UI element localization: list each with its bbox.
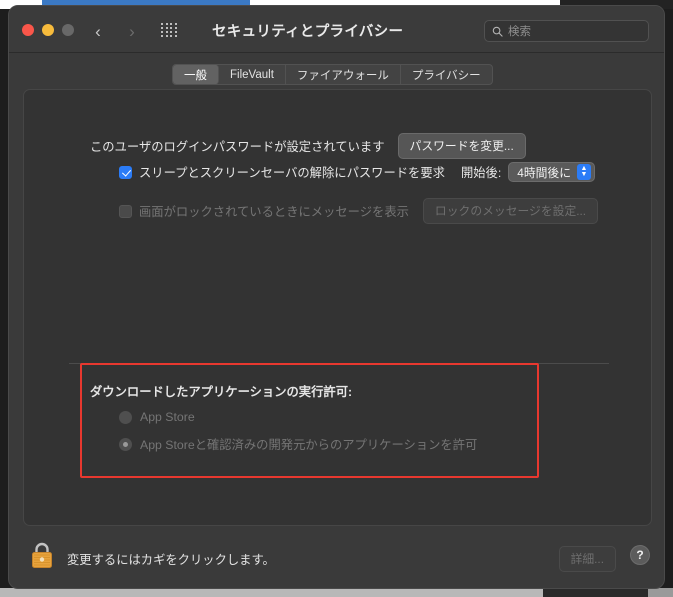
- chevron-up-down-icon: ▲ ▼: [577, 164, 592, 180]
- forward-button: ›: [129, 21, 135, 41]
- lock-message-row: 画面がロックされているときにメッセージを表示 ロックのメッセージを設定...: [119, 198, 599, 224]
- show-lock-message-checkbox: [119, 204, 132, 218]
- radio-app-store-identified-developers: [119, 437, 132, 451]
- bottom-bar: 変更するにはカギをクリックします。 詳細... ?: [9, 532, 664, 588]
- lock-button[interactable]: [29, 540, 55, 575]
- close-button[interactable]: [22, 24, 34, 36]
- background-bottom-right: [648, 588, 673, 597]
- download-permissions-heading-row: ダウンロードしたアプリケーションの実行許可:: [90, 382, 352, 400]
- delay-label: 開始後:: [460, 166, 502, 180]
- download-permissions-heading: ダウンロードしたアプリケーションの実行許可:: [90, 385, 353, 399]
- minimize-button[interactable]: [42, 24, 54, 36]
- radio-app-store-identified-label: App Storeと確認済みの開発元からのアプリケーションを許可: [140, 438, 478, 452]
- tab-privacy[interactable]: プライバシー: [401, 65, 492, 84]
- require-password-label: スリープとスクリーンセーバの解除にパスワードを要求: [139, 166, 445, 180]
- page-title: セキュリティとプライバシー: [212, 24, 404, 40]
- tab-general[interactable]: 一般: [173, 65, 219, 84]
- search-placeholder: 検索: [508, 26, 531, 38]
- titlebar: ‹ › セキュリティとプライバシー 検索: [9, 6, 664, 53]
- screen: ‹ › セキュリティとプライバシー 検索 一般 FileVault ファイアウォ…: [0, 0, 673, 597]
- radio-app-store-identified-row: App Storeと確認済みの開発元からのアプリケーションを許可: [119, 435, 477, 453]
- require-password-checkbox[interactable]: [119, 165, 132, 179]
- lock-closed-icon: [32, 542, 52, 568]
- radio-app-store: [119, 410, 132, 424]
- password-delay-value: 4時間後に: [517, 165, 572, 180]
- zoom-button: [62, 24, 74, 36]
- section-divider: [69, 363, 609, 364]
- help-button[interactable]: ?: [630, 545, 650, 565]
- search-field[interactable]: 検索: [484, 20, 649, 42]
- require-password-row: スリープとスクリーンセーバの解除にパスワードを要求 開始後: 4時間後に ▲ ▼: [119, 162, 596, 182]
- window-controls: [22, 24, 74, 36]
- tab-bar: 一般 FileVault ファイアウォール プライバシー: [9, 53, 664, 93]
- radio-app-store-label: App Store: [140, 410, 195, 424]
- tab-group: 一般 FileVault ファイアウォール プライバシー: [172, 64, 493, 85]
- advanced-button: 詳細...: [558, 546, 616, 572]
- change-password-button[interactable]: パスワードを変更...: [397, 133, 526, 159]
- tab-firewall[interactable]: ファイアウォール: [286, 65, 401, 84]
- show-lock-message-label: 画面がロックされているときにメッセージを表示: [139, 205, 409, 219]
- radio-app-store-row: App Store: [119, 410, 195, 424]
- lock-hint-text: 変更するにはカギをクリックします。: [67, 553, 275, 567]
- set-lock-message-button: ロックのメッセージを設定...: [422, 198, 599, 224]
- background-bottom-light: [0, 588, 543, 597]
- back-button[interactable]: ‹: [87, 20, 109, 42]
- password-delay-popup[interactable]: 4時間後に ▲ ▼: [508, 162, 596, 182]
- system-preferences-window: ‹ › セキュリティとプライバシー 検索 一般 FileVault ファイアウォ…: [8, 5, 665, 589]
- password-status-label: このユーザのログインパスワードが設定されています: [90, 140, 385, 154]
- password-status-row: このユーザのログインパスワードが設定されています パスワードを変更...: [90, 133, 526, 159]
- show-all-grid-icon[interactable]: [161, 23, 178, 38]
- search-icon: [492, 26, 503, 37]
- tab-filevault[interactable]: FileVault: [219, 65, 286, 84]
- general-settings-panel: このユーザのログインパスワードが設定されています パスワードを変更... スリー…: [23, 89, 652, 526]
